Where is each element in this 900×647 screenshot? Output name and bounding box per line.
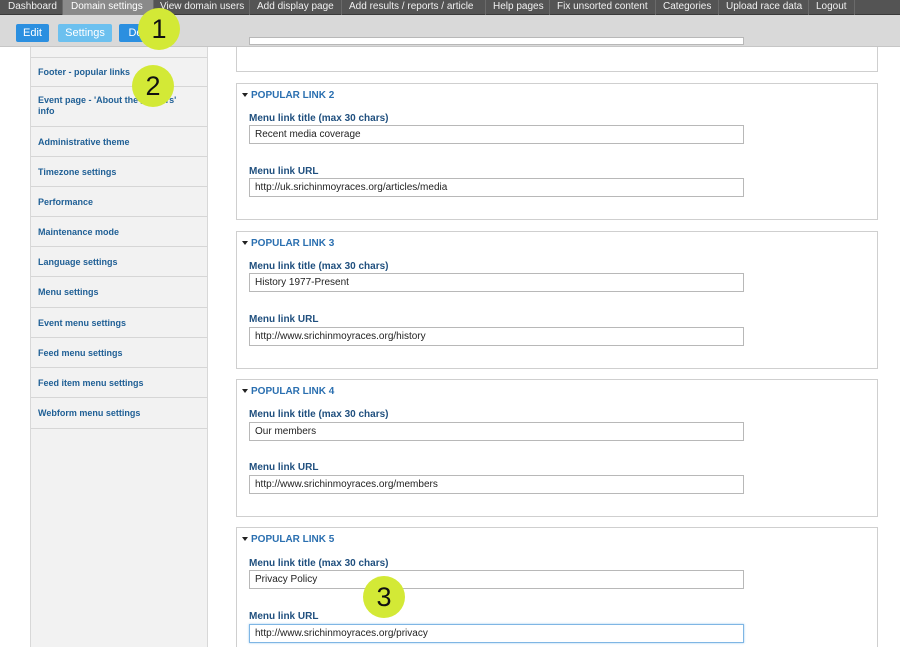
menu-divider <box>549 0 550 15</box>
sidebar-item-label: Administrative theme <box>38 137 130 147</box>
callout-3: 3 <box>363 576 405 618</box>
sidebar-item-label: Language settings <box>38 257 118 267</box>
menu-divider <box>249 0 250 15</box>
sidebar-item-webform-menu-settings[interactable]: Webform menu settings <box>31 398 207 429</box>
sidebar-item-label: Feed item menu settings <box>38 378 144 388</box>
menu-item-logout[interactable]: Logout <box>816 0 847 15</box>
menu-link-title-label: Menu link title (max 30 chars) <box>249 558 389 569</box>
sidebar-item-label: Webform menu settings <box>38 408 141 418</box>
legend-text: POPULAR LINK 3 <box>251 238 335 249</box>
fieldset-legend[interactable]: POPULAR LINK 5 <box>242 534 334 545</box>
sidebar-item-label: Footer - popular links <box>38 67 131 77</box>
fieldset-popular-link-2: POPULAR LINK 2 Menu link title (max 30 c… <box>236 83 878 220</box>
sidebar-item-label: Timezone settings <box>38 167 117 177</box>
fieldset-popular-link-1 <box>236 37 878 72</box>
sidebar-item-event-page-info[interactable]: Event page - 'About the ___sers' info <box>31 87 207 127</box>
menu-divider <box>718 0 719 15</box>
sidebar-item-feed-item-menu-settings[interactable]: Feed item menu settings <box>31 368 207 398</box>
menu-divider <box>485 0 486 15</box>
collapse-triangle-icon <box>242 93 248 97</box>
fieldset-popular-link-3: POPULAR LINK 3 Menu link title (max 30 c… <box>236 231 878 369</box>
menu-item-categories[interactable]: Categories <box>663 0 711 15</box>
menu-link-url-label: Menu link URL <box>249 611 319 622</box>
sidebar-item-menu-settings[interactable]: Menu settings <box>31 277 207 308</box>
sidebar-item-footer-popular-links[interactable]: Footer - popular links <box>31 57 207 87</box>
menu-link-url-input[interactable]: http://www.srichinmoyraces.org/privacy <box>249 624 744 643</box>
menu-divider <box>655 0 656 15</box>
legend-text: POPULAR LINK 4 <box>251 386 335 397</box>
collapse-triangle-icon <box>242 537 248 541</box>
menu-link-title-input[interactable]: History 1977-Present <box>249 273 744 292</box>
sidebar-item-label: Performance <box>38 197 94 207</box>
sidebar-item-administrative-theme[interactable]: Administrative theme <box>31 127 207 157</box>
menu-divider <box>854 0 855 15</box>
fieldset-legend[interactable]: POPULAR LINK 3 <box>242 238 334 249</box>
menu-link-title-input[interactable]: Recent media coverage <box>249 125 744 144</box>
sidebar-item-label: Menu settings <box>38 287 99 297</box>
menu-link-url-input[interactable]: http://uk.srichinmoyraces.org/articles/m… <box>249 178 744 197</box>
sidebar-item-label: Feed menu settings <box>38 348 123 358</box>
menu-link-url-input[interactable]: http://www.srichinmoyraces.org/history <box>249 327 744 346</box>
menu-link-url-input[interactable]: http://www.srichinmoyraces.org/members <box>249 475 744 494</box>
menu-item-upload-race-data[interactable]: Upload race data <box>726 0 802 15</box>
sidebar-item-language-settings[interactable]: Language settings <box>31 247 207 277</box>
menu-item-help-pages[interactable]: Help pages <box>493 0 544 15</box>
admin-menu-bar: Dashboard Domain settings View domain us… <box>0 0 900 15</box>
fieldset-legend[interactable]: POPULAR LINK 4 <box>242 386 334 397</box>
popular-link-1-url-input[interactable] <box>249 37 744 45</box>
menu-item-add-display-page[interactable]: Add display page <box>257 0 334 15</box>
callout-1: 1 <box>138 8 180 50</box>
menu-link-title-label: Menu link title (max 30 chars) <box>249 113 389 124</box>
sidebar-item-feed-menu-settings[interactable]: Feed menu settings <box>31 338 207 368</box>
legend-text: POPULAR LINK 2 <box>251 90 335 101</box>
sidebar-item-label: Event menu settings <box>38 318 127 328</box>
menu-link-title-input[interactable]: Privacy Policy <box>249 570 744 589</box>
menu-link-title-label: Menu link title (max 30 chars) <box>249 261 389 272</box>
settings-sidebar: Footer - popular links Event page - 'Abo… <box>30 47 208 647</box>
fieldset-popular-link-5: POPULAR LINK 5 Menu link title (max 30 c… <box>236 527 878 647</box>
menu-link-url-label: Menu link URL <box>249 166 319 177</box>
collapse-triangle-icon <box>242 241 248 245</box>
menu-divider <box>341 0 342 15</box>
menu-item-domain-settings[interactable]: Domain settings <box>63 0 153 15</box>
sidebar-item-timezone-settings[interactable]: Timezone settings <box>31 157 207 187</box>
legend-text: POPULAR LINK 5 <box>251 534 335 545</box>
menu-item-add-results[interactable]: Add results / reports / article <box>349 0 474 15</box>
edit-button[interactable]: Edit <box>16 24 49 42</box>
menu-link-title-label: Menu link title (max 30 chars) <box>249 409 389 420</box>
sidebar-item-maintenance-mode[interactable]: Maintenance mode <box>31 217 207 247</box>
settings-button[interactable]: Settings <box>58 24 112 42</box>
callout-2: 2 <box>132 65 174 107</box>
menu-link-title-input[interactable]: Our members <box>249 422 744 441</box>
fieldset-popular-link-4: POPULAR LINK 4 Menu link title (max 30 c… <box>236 379 878 517</box>
sidebar-item-event-menu-settings[interactable]: Event menu settings <box>31 308 207 338</box>
sidebar-item-label: Maintenance mode <box>38 227 120 237</box>
collapse-triangle-icon <box>242 389 248 393</box>
menu-item-dashboard[interactable]: Dashboard <box>8 0 57 15</box>
fieldset-legend[interactable]: POPULAR LINK 2 <box>242 90 334 101</box>
menu-link-url-label: Menu link URL <box>249 462 319 473</box>
menu-link-url-label: Menu link URL <box>249 314 319 325</box>
menu-divider <box>808 0 809 15</box>
sidebar-item-performance[interactable]: Performance <box>31 187 207 217</box>
menu-item-fix-unsorted-content[interactable]: Fix unsorted content <box>557 0 648 15</box>
